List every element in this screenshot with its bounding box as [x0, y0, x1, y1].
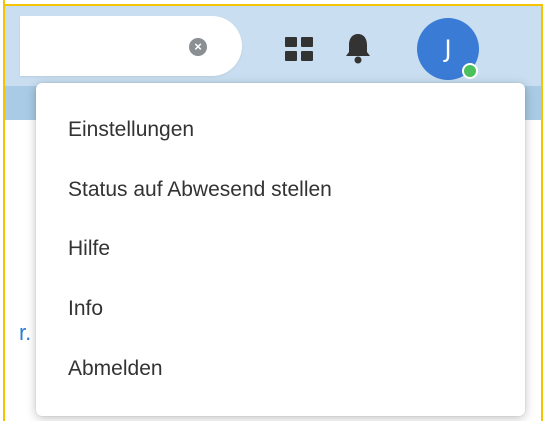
menu-item-settings[interactable]: Einstellungen: [36, 101, 525, 159]
menu-item-set-away[interactable]: Status auf Abwesend stellen: [36, 161, 525, 219]
selection-outline-right: [541, 4, 543, 421]
presence-status-icon: [462, 63, 478, 79]
selection-outline-left: [3, 0, 5, 421]
apps-icon[interactable]: [283, 33, 315, 65]
partial-link[interactable]: r.: [19, 320, 31, 346]
menu-item-logout[interactable]: Abmelden: [36, 340, 525, 398]
clear-circle-icon[interactable]: ×: [189, 38, 207, 56]
search-field[interactable]: ×: [20, 16, 242, 76]
bell-icon[interactable]: [343, 31, 373, 65]
selection-outline-top: [3, 4, 543, 6]
app-window: × J r. Einstellungen Status auf Abwesend…: [0, 0, 547, 421]
user-menu: Einstellungen Status auf Abwesend stelle…: [36, 83, 525, 416]
menu-item-info[interactable]: Info: [36, 280, 525, 338]
menu-item-help[interactable]: Hilfe: [36, 220, 525, 278]
